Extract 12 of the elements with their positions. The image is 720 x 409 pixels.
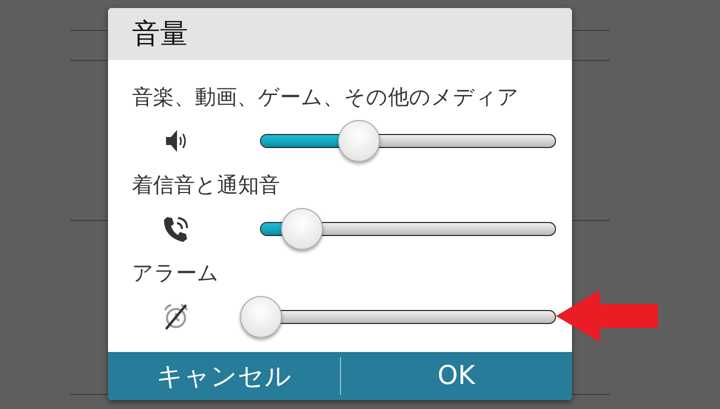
- ok-button[interactable]: OK: [340, 352, 572, 400]
- phone-ringing-icon: [163, 215, 189, 243]
- dialog-title: 音量: [132, 16, 188, 52]
- arrow-icon: [556, 290, 658, 342]
- volume-label: 音楽、動画、ゲーム、その他のメディア: [132, 84, 520, 111]
- slider-thumb[interactable]: [338, 120, 380, 162]
- volume-label: 着信音と通知音: [132, 172, 281, 199]
- slider-thumb[interactable]: [281, 208, 324, 250]
- cancel-button[interactable]: キャンセル: [108, 352, 340, 400]
- slider-thumb[interactable]: [240, 296, 282, 338]
- volume-label: アラーム: [132, 260, 220, 287]
- speaker-icon: [165, 128, 187, 154]
